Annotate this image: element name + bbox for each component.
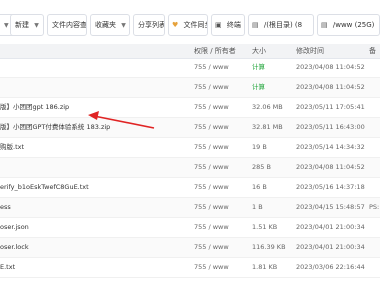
- file-name[interactable]: erify_b1oEskTwefC8GuE.txt: [0, 178, 182, 197]
- file-modified-time: 2023/04/15 15:48:57: [296, 203, 365, 211]
- file-size: 1.51 KB: [252, 223, 278, 231]
- column-header-permission[interactable]: 权限 / 所有者: [194, 44, 236, 58]
- file-size: 16 B: [252, 183, 267, 191]
- terminal-label: 终端: [226, 21, 241, 29]
- file-name[interactable]: 购版.txt: [0, 138, 182, 157]
- file-note[interactable]: PS:: [369, 198, 380, 217]
- file-permission[interactable]: 755 / www: [194, 158, 244, 177]
- calculate-size-link[interactable]: 计算: [252, 78, 294, 97]
- file-modified-time: 2023/04/01 21:00:34: [296, 243, 365, 251]
- table-row[interactable]: erify_b1oEskTwefC8GuE.txt 755 / www 16 B…: [0, 178, 380, 198]
- file-permission[interactable]: 755 / www: [194, 98, 244, 117]
- root-dir-label: /(根目录) (8: [263, 21, 303, 29]
- hdd-icon: ▤: [252, 21, 259, 29]
- file-permission[interactable]: 755 / www: [194, 58, 244, 77]
- chevron-down-icon: ▼: [34, 22, 39, 29]
- file-manager: ▼ 新建 ▼ 文件内容查找 收藏夹 ▼ 分享列表 ♥ 文件同步 ▣ 终端 ▤ /…: [0, 0, 380, 286]
- file-modified-time: 2023/05/14 14:34:32: [296, 143, 365, 151]
- table-row[interactable]: 版】小团团GPT付费体验系统 183.zip 755 / www 32.81 M…: [0, 118, 380, 138]
- table-header: 权限 / 所有者 大小 修改时间 备: [0, 44, 380, 59]
- calculate-size-link[interactable]: 计算: [252, 58, 294, 77]
- share-list-label: 分享列表: [138, 21, 165, 29]
- arrow-annotation-icon: [88, 111, 155, 129]
- table-row[interactable]: ess 755 / www 1 B 2023/04/15 15:48:57 PS…: [0, 198, 380, 218]
- terminal-icon: ▣: [215, 21, 222, 29]
- file-size: 285 B: [252, 163, 271, 171]
- file-modified-time: 2023/04/01 21:00:34: [296, 223, 365, 231]
- file-content-search-button[interactable]: 文件内容查找: [47, 14, 87, 36]
- table-row[interactable]: 购版.txt 755 / www 19 B 2023/05/14 14:34:3…: [0, 138, 380, 158]
- www-dir-label: /www (25G): [332, 21, 375, 29]
- column-header-modified[interactable]: 修改时间: [296, 44, 324, 58]
- share-list-button[interactable]: 分享列表: [133, 14, 165, 36]
- file-modified-time: 2023/05/16 14:37:18: [296, 183, 365, 191]
- favorites-label: 收藏夹: [95, 21, 116, 29]
- file-permission[interactable]: 755 / www: [194, 258, 244, 277]
- file-permission[interactable]: 755 / www: [194, 118, 244, 137]
- table-row[interactable]: 755 / www 285 B 2023/04/08 11:04:52: [0, 158, 380, 178]
- file-size: 32.06 MB: [252, 103, 283, 111]
- file-modified-time: 2023/04/08 11:04:52: [296, 63, 365, 71]
- favorites-button[interactable]: 收藏夹 ▼: [90, 14, 130, 36]
- file-modified-time: 2023/04/08 11:04:52: [296, 163, 365, 171]
- table-row[interactable]: 755 / www 计算 2023/04/08 11:04:52: [0, 78, 380, 98]
- file-modified-time: 2023/03/06 22:16:44: [296, 263, 365, 271]
- terminal-button[interactable]: ▣ 终端: [211, 14, 245, 36]
- file-permission[interactable]: 755 / www: [194, 138, 244, 157]
- file-name[interactable]: ess: [0, 198, 182, 217]
- file-size: 116.39 KB: [252, 243, 286, 251]
- file-list: 755 / www 计算 2023/04/08 11:04:52 755 / w…: [0, 58, 380, 278]
- toolbar: ▼ 新建 ▼ 文件内容查找 收藏夹 ▼ 分享列表 ♥ 文件同步 ▣ 终端 ▤ /…: [0, 0, 380, 44]
- table-row[interactable]: 版】小团团gpt 186.zip 755 / www 32.06 MB 2023…: [0, 98, 380, 118]
- breadcrumb-root[interactable]: ▤ /(根目录) (8: [248, 14, 314, 36]
- column-header-note[interactable]: 备: [369, 44, 376, 58]
- file-size: 1 B: [252, 203, 263, 211]
- file-permission[interactable]: 755 / www: [194, 78, 244, 97]
- table-row[interactable]: E.txt 755 / www 1.81 KB 2023/03/06 22:16…: [0, 258, 380, 278]
- file-modified-time: 2023/05/11 16:43:00: [296, 123, 365, 131]
- breadcrumb-www[interactable]: ▤ /www (25G): [317, 14, 380, 36]
- file-permission[interactable]: 755 / www: [194, 238, 244, 257]
- new-button[interactable]: 新建 ▼: [10, 14, 44, 36]
- search-label: 文件内容查找: [52, 21, 87, 29]
- file-sync-button[interactable]: ♥ 文件同步: [168, 14, 208, 36]
- file-permission[interactable]: 755 / www: [194, 198, 244, 217]
- file-name[interactable]: oser.lock: [0, 238, 182, 257]
- file-name[interactable]: E.txt: [0, 258, 182, 277]
- file-size: 1.81 KB: [252, 263, 278, 271]
- file-sync-label: 文件同步: [183, 21, 207, 29]
- file-permission[interactable]: 755 / www: [194, 218, 244, 237]
- table-row[interactable]: oser.lock 755 / www 116.39 KB 2023/04/01…: [0, 238, 380, 258]
- new-button-label: 新建: [15, 21, 29, 29]
- file-modified-time: 2023/05/11 17:05:41: [296, 103, 365, 111]
- file-size: 19 B: [252, 143, 267, 151]
- chevron-down-icon: ▼: [121, 22, 126, 29]
- file-name[interactable]: oser.json: [0, 218, 182, 237]
- table-row[interactable]: oser.json 755 / www 1.51 KB 2023/04/01 2…: [0, 218, 380, 238]
- heart-icon: ♥: [172, 21, 179, 29]
- file-modified-time: 2023/04/08 11:04:52: [296, 83, 365, 91]
- hdd-icon: ▤: [321, 21, 328, 29]
- file-permission[interactable]: 755 / www: [194, 178, 244, 197]
- table-row[interactable]: 755 / www 计算 2023/04/08 11:04:52: [0, 58, 380, 78]
- chevron-down-icon: ▼: [4, 22, 9, 29]
- file-size: 32.81 MB: [252, 123, 283, 131]
- column-header-size[interactable]: 大小: [252, 44, 266, 58]
